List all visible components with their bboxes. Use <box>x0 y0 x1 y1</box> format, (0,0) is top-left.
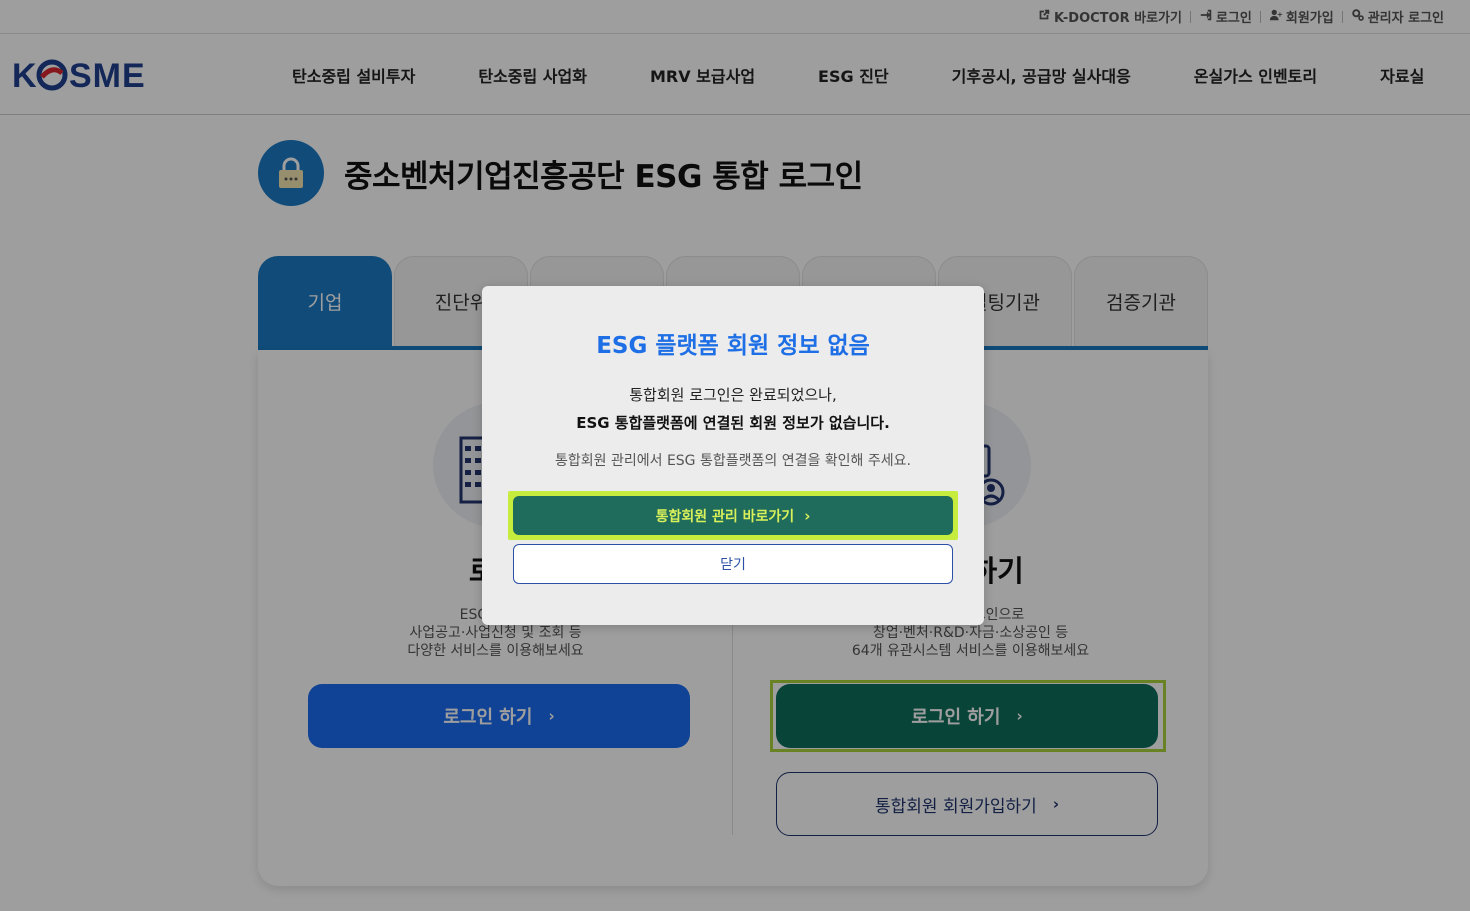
modal-message-line3: 통합회원 관리에서 ESG 통합플랫폼의 연결을 확인해 주세요. <box>555 453 911 469</box>
close-button[interactable]: 닫기 <box>513 544 953 584</box>
chevron-right-icon: › <box>804 506 811 525</box>
modal-message-line1: 통합회원 로그인은 완료되었으나, <box>629 386 837 404</box>
modal-title: ESG 플랫폼 회원 정보 없음 <box>596 333 870 359</box>
no-member-info-modal: ESG 플랫폼 회원 정보 없음 통합회원 로그인은 완료되었으나, ESG 통… <box>482 286 984 625</box>
go-member-management-button[interactable]: 통합회원 관리 바로가기 › <box>513 496 953 535</box>
modal-message-line2: ESG 통합플랫폼에 연결된 회원 정보가 없습니다. <box>576 414 890 432</box>
